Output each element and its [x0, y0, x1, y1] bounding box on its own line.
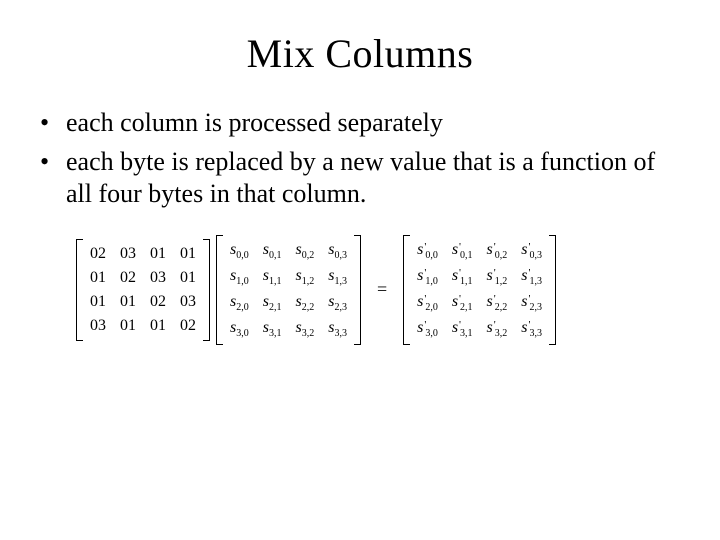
- matrix-cell: s'0,3: [521, 241, 542, 261]
- matrix-cell: s1,1: [263, 267, 282, 287]
- matrix-cell: 01: [180, 269, 196, 287]
- slide: Mix Columns each column is processed sep…: [0, 0, 720, 540]
- matrix-cell: s'3,1: [452, 319, 473, 339]
- bullet-item: each column is processed separately: [40, 107, 680, 140]
- matrix-cell: s3,3: [328, 319, 347, 339]
- matrix-cell: s0,2: [295, 241, 314, 261]
- matrix-cell: s'3,0: [417, 319, 438, 339]
- matrix-cell: s2,3: [328, 293, 347, 313]
- matrix-cell: 02: [90, 245, 106, 263]
- equals-sign: =: [367, 279, 397, 300]
- matrix-cell: s0,1: [263, 241, 282, 261]
- bullet-list: each column is processed separately each…: [40, 107, 680, 211]
- matrix-cell: s'2,0: [417, 293, 438, 313]
- state-matrix: s0,0 s0,1 s0,2 s0,3 s1,0 s1,1 s1,2 s1,3 …: [216, 235, 361, 346]
- matrix-cell: 02: [150, 293, 166, 311]
- matrix-cell: 01: [150, 245, 166, 263]
- matrix-cell: s0,0: [230, 241, 249, 261]
- matrix-cell: s0,3: [328, 241, 347, 261]
- matrix-cell: s'3,2: [487, 319, 508, 339]
- matrix-cell: 02: [180, 317, 196, 335]
- matrix-cell: s1,2: [295, 267, 314, 287]
- matrix-cell: 02: [120, 269, 136, 287]
- matrix-cell: s3,1: [263, 319, 282, 339]
- matrix-cell: s'0,1: [452, 241, 473, 261]
- matrix-cell: 01: [90, 269, 106, 287]
- matrix-cell: 01: [150, 317, 166, 335]
- matrix-cell: s'1,3: [521, 267, 542, 287]
- matrix-cell: s'2,2: [487, 293, 508, 313]
- matrix-cell: s1,0: [230, 267, 249, 287]
- left-bracket-icon: [216, 235, 222, 346]
- slide-title: Mix Columns: [40, 30, 680, 77]
- mixcolumns-equation: 02 03 01 01 01 02 03 01 01 01 02 03 03 0…: [76, 235, 680, 346]
- right-bracket-icon: [204, 239, 210, 341]
- matrix-cell: 01: [120, 293, 136, 311]
- matrix-cell: s3,0: [230, 319, 249, 339]
- left-bracket-icon: [76, 239, 82, 341]
- coefficient-matrix: 02 03 01 01 01 02 03 01 01 01 02 03 03 0…: [76, 239, 210, 341]
- matrix-body: 02 03 01 01 01 02 03 01 01 01 02 03 03 0…: [82, 239, 204, 341]
- matrix-body: s0,0 s0,1 s0,2 s0,3 s1,0 s1,1 s1,2 s1,3 …: [222, 235, 355, 346]
- matrix-cell: s2,2: [295, 293, 314, 313]
- matrix-body: s'0,0 s'0,1 s'0,2 s'0,3 s'1,0 s'1,1 s'1,…: [409, 235, 550, 346]
- matrix-cell: 03: [180, 293, 196, 311]
- matrix-cell: s'0,0: [417, 241, 438, 261]
- result-matrix: s'0,0 s'0,1 s'0,2 s'0,3 s'1,0 s'1,1 s'1,…: [403, 235, 556, 346]
- matrix-cell: 03: [120, 245, 136, 263]
- matrix-cell: 01: [120, 317, 136, 335]
- matrix-cell: s'1,1: [452, 267, 473, 287]
- matrix-cell: 03: [150, 269, 166, 287]
- matrix-cell: s3,2: [295, 319, 314, 339]
- bullet-item: each byte is replaced by a new value tha…: [40, 146, 680, 211]
- matrix-cell: s1,3: [328, 267, 347, 287]
- right-bracket-icon: [355, 235, 361, 346]
- matrix-cell: s'1,2: [487, 267, 508, 287]
- matrix-cell: s2,0: [230, 293, 249, 313]
- matrix-cell: s2,1: [263, 293, 282, 313]
- left-bracket-icon: [403, 235, 409, 346]
- matrix-cell: s'0,2: [487, 241, 508, 261]
- matrix-cell: s'2,1: [452, 293, 473, 313]
- matrix-cell: 01: [90, 293, 106, 311]
- matrix-cell: 03: [90, 317, 106, 335]
- matrix-cell: s'1,0: [417, 267, 438, 287]
- right-bracket-icon: [550, 235, 556, 346]
- matrix-cell: s'3,3: [521, 319, 542, 339]
- matrix-cell: 01: [180, 245, 196, 263]
- matrix-cell: s'2,3: [521, 293, 542, 313]
